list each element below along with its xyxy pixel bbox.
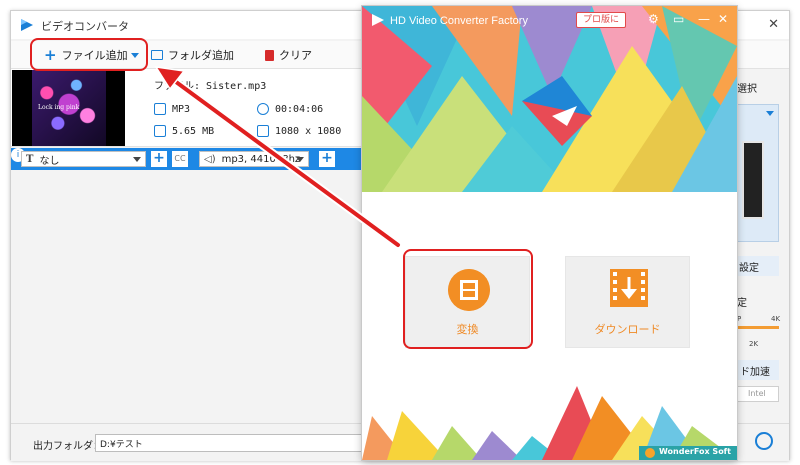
- resolution-icon: [257, 125, 269, 137]
- options-bar: T なし + CC ◁) mp3, 441048hz + i: [11, 148, 361, 170]
- chat-icon[interactable]: ▭: [673, 12, 684, 26]
- size-value: 5.65 MB: [172, 125, 215, 137]
- launcher-title-bar: HD Video Converter Factory プロ版に ⚙ ▭ — ✕: [362, 6, 737, 36]
- launcher-window: HD Video Converter Factory プロ版に ⚙ ▭ — ✕ …: [362, 6, 737, 460]
- cc-icon[interactable]: CC: [172, 151, 188, 167]
- trash-icon: [265, 49, 274, 61]
- close-icon[interactable]: ✕: [718, 12, 728, 26]
- format-value: MP3: [172, 103, 191, 115]
- format-select-label: 選択: [737, 84, 757, 95]
- thumbnail-text: Lock ing pink: [38, 104, 80, 111]
- size-info: 5.65 MB: [154, 125, 214, 137]
- app-logo-icon: [21, 19, 33, 31]
- quality-slider[interactable]: [737, 326, 779, 329]
- download-button[interactable]: ダウンロード: [565, 256, 690, 348]
- format-preview: [742, 141, 764, 219]
- quality-p-label: P: [737, 315, 742, 323]
- clock-icon: [257, 103, 269, 115]
- speaker-icon: ◁): [204, 153, 216, 165]
- output-format-panel[interactable]: [737, 104, 779, 242]
- add-audio-button[interactable]: +: [319, 151, 335, 167]
- pro-badge-label: プロ版に: [583, 15, 620, 25]
- intel-option[interactable]: Intel: [737, 386, 779, 402]
- brand-badge: WonderFox Soft: [639, 446, 737, 460]
- text-icon: T: [26, 153, 34, 165]
- minimize-icon[interactable]: —: [698, 12, 710, 26]
- gpu-acceleration-button[interactable]: ド加速: [737, 360, 779, 380]
- video-thumbnail: Lock ing pink: [12, 70, 125, 146]
- window-title: ビデオコンバータ: [41, 20, 129, 33]
- file-item[interactable]: Lock ing pink ファイル: Sister.mp3 MP3 00:04…: [11, 69, 361, 147]
- launcher-title: HD Video Converter Factory: [390, 15, 528, 27]
- quality-2k-label: 2K: [749, 340, 759, 348]
- quality-label: 定: [737, 298, 747, 309]
- subtitle-value: なし: [39, 155, 60, 167]
- format-info: MP3: [154, 103, 190, 115]
- app-logo-icon: [372, 14, 384, 26]
- subtitle-select[interactable]: T なし: [21, 151, 146, 167]
- wonderfox-logo-icon: [645, 448, 656, 458]
- clear-button[interactable]: クリア: [265, 47, 312, 63]
- audio-value: mp3, 441048hz: [221, 153, 301, 165]
- quality-4k-label: 4K: [771, 315, 781, 323]
- duration-info: 00:04:06: [257, 103, 323, 115]
- folder-icon: [151, 50, 163, 60]
- format-icon: [154, 103, 166, 115]
- add-subtitle-button[interactable]: +: [151, 151, 167, 167]
- chevron-down-icon[interactable]: [766, 111, 774, 116]
- alarm-clock-icon[interactable]: [755, 432, 773, 450]
- resolution-info: 1080 x 1080: [257, 125, 341, 137]
- output-folder-label: 出力フォルダ：: [33, 441, 103, 452]
- audio-track-select[interactable]: ◁) mp3, 441048hz: [199, 151, 309, 167]
- download-label: ダウンロード: [594, 323, 661, 336]
- download-icon: [610, 269, 648, 307]
- file-name: ファイル: Sister.mp3: [154, 81, 267, 92]
- settings-button[interactable]: 設定: [737, 256, 779, 276]
- gear-icon[interactable]: ⚙: [648, 12, 659, 26]
- add-folder-label: フォルダ追加: [168, 49, 234, 62]
- chevron-down-icon: [133, 157, 141, 162]
- clear-label: クリア: [279, 49, 312, 62]
- resolution-value: 1080 x 1080: [275, 125, 342, 137]
- brand-label: WonderFox Soft: [659, 447, 731, 456]
- add-folder-button[interactable]: フォルダ追加: [151, 47, 234, 63]
- close-icon[interactable]: ✕: [768, 17, 779, 32]
- output-folder-field[interactable]: D:¥テスト: [95, 434, 365, 452]
- duration-value: 00:04:06: [275, 103, 324, 115]
- highlight-convert: [403, 249, 533, 349]
- folder-icon: [154, 125, 166, 137]
- chevron-down-icon: [296, 157, 304, 162]
- upgrade-pro-button[interactable]: プロ版に: [576, 12, 627, 28]
- highlight-add-file: [30, 38, 148, 71]
